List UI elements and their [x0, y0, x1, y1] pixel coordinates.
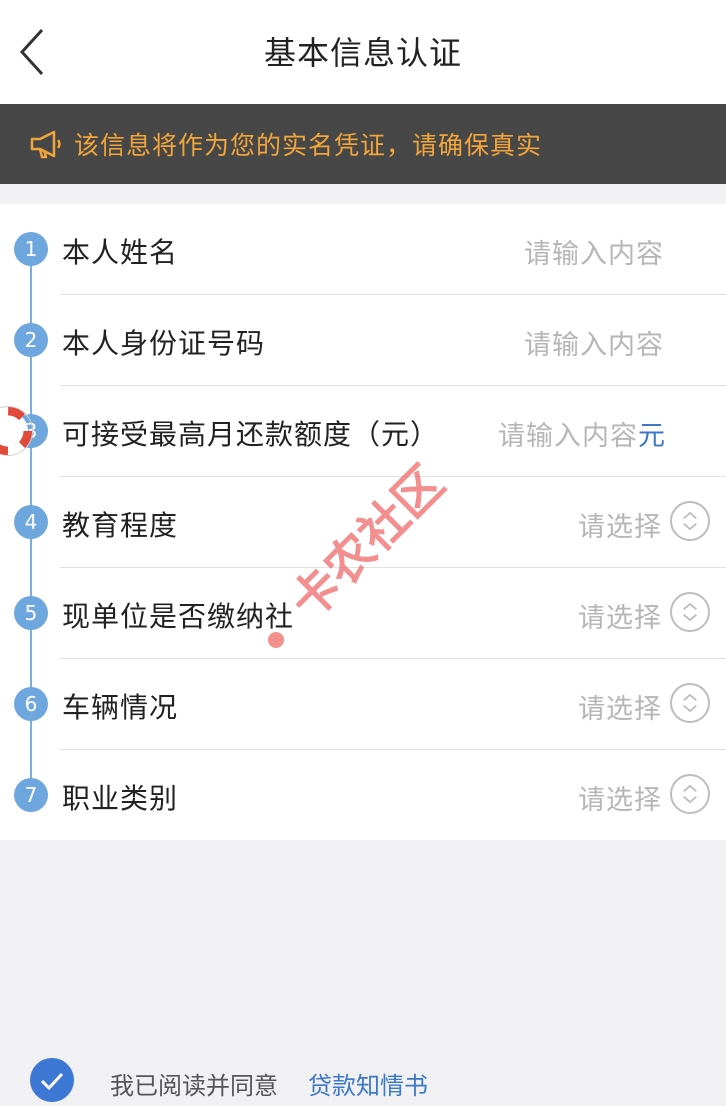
id-number-input[interactable]: 请输入内容 [524, 323, 664, 362]
header-bar: 基本信息认证 [0, 0, 726, 104]
agreement-row: 我已阅读并同意 贷款知情书 [0, 1050, 726, 1102]
notice-banner: 该信息将作为您的实名凭证，请确保真实 [0, 104, 726, 184]
field-label: 本人姓名 [62, 236, 179, 269]
field-label: 可接受最高月还款额度（元） [62, 418, 440, 451]
lifebuoy-icon[interactable] [0, 400, 40, 462]
field-label: 教育程度 [62, 509, 179, 542]
agreement-text: 我已阅读并同意 [110, 1072, 278, 1100]
education-select[interactable]: 请选择 [578, 505, 662, 544]
step-badge: 7 [14, 778, 48, 812]
step-badge: 6 [14, 687, 48, 721]
select-updown-icon[interactable] [670, 683, 710, 723]
form-row-social-insurance[interactable]: 5 现单位是否缴纳社 请选择 [0, 568, 726, 659]
step-badge: 4 [14, 505, 48, 539]
check-icon [40, 1072, 64, 1091]
form-row-occupation[interactable]: 7 职业类别 请选择 [0, 750, 726, 841]
form-row-name[interactable]: 1 本人姓名 请输入内容 [0, 204, 726, 295]
form-row-repayment[interactable]: 3 可接受最高月还款额度（元） 请输入内容元 [0, 386, 726, 477]
repayment-input[interactable]: 请输入内容元 [498, 414, 666, 453]
vehicle-select[interactable]: 请选择 [578, 687, 662, 726]
unit-label: 元 [638, 421, 666, 452]
step-badge: 2 [14, 323, 48, 357]
field-label: 车辆情况 [62, 691, 179, 724]
step-badge: 1 [14, 232, 48, 266]
field-label: 职业类别 [62, 782, 179, 815]
field-label: 本人身份证号码 [62, 327, 266, 360]
name-input[interactable]: 请输入内容 [524, 232, 664, 271]
select-updown-icon[interactable] [670, 501, 710, 541]
select-updown-icon[interactable] [670, 592, 710, 632]
repayment-placeholder: 请输入内容 [498, 421, 638, 452]
form-row-id-number[interactable]: 2 本人身份证号码 请输入内容 [0, 295, 726, 386]
megaphone-icon [30, 130, 61, 159]
notice-text: 该信息将作为您的实名凭证，请确保真实 [74, 131, 543, 160]
step-badge: 5 [14, 596, 48, 630]
field-label: 现单位是否缴纳社 [62, 600, 295, 633]
info-form: 1 本人姓名 请输入内容 2 本人身份证号码 请输入内容 3 可接受最高月还款额… [0, 204, 726, 840]
select-updown-icon[interactable] [670, 774, 710, 814]
occupation-select[interactable]: 请选择 [578, 778, 662, 817]
loan-notice-link[interactable]: 贷款知情书 [308, 1066, 428, 1101]
form-row-education[interactable]: 4 教育程度 请选择 [0, 477, 726, 568]
page-title: 基本信息认证 [263, 34, 462, 72]
agree-checkbox[interactable] [30, 1058, 74, 1102]
form-row-vehicle[interactable]: 6 车辆情况 请选择 [0, 659, 726, 750]
social-insurance-select[interactable]: 请选择 [578, 596, 662, 635]
